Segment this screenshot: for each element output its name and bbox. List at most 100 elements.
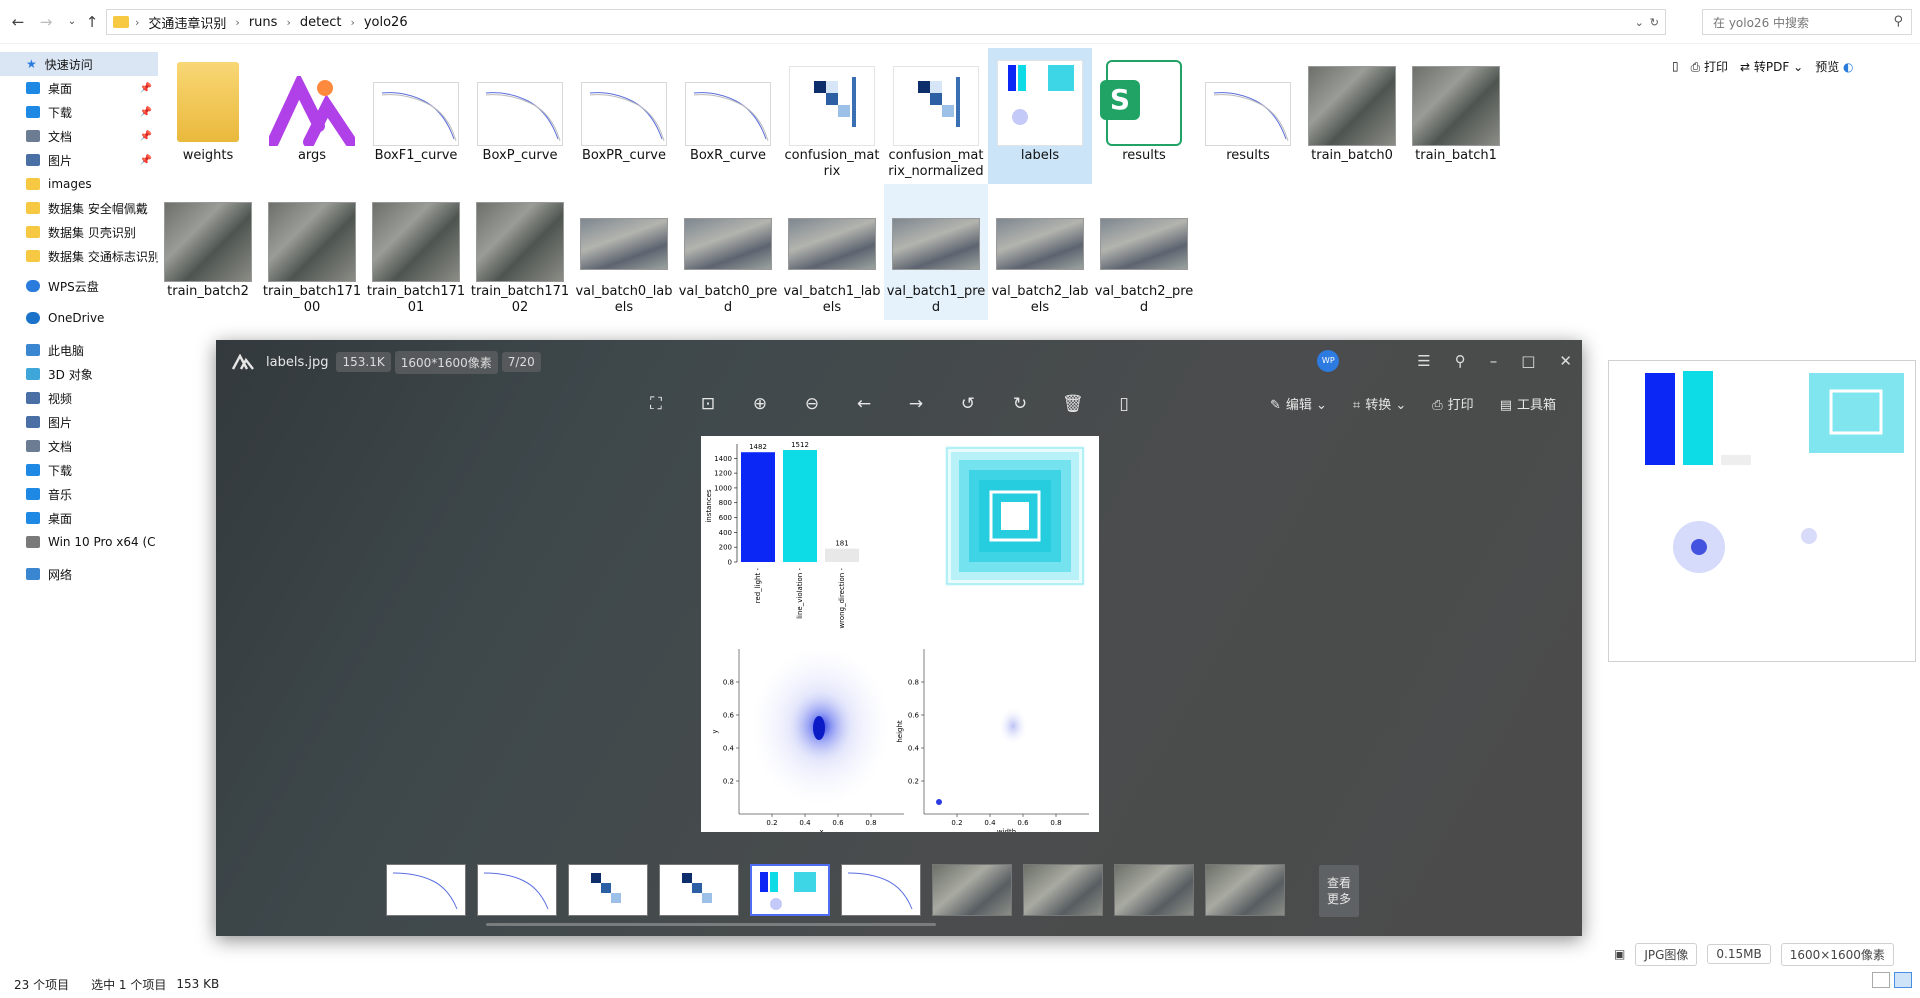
file-tile[interactable]: BoxR_curve: [676, 48, 780, 184]
current-thumbnail[interactable]: [750, 864, 830, 916]
breadcrumb-item[interactable]: 交通违章识别: [148, 13, 226, 32]
nav-item[interactable]: 桌面 📌: [0, 76, 158, 100]
panel-toggle-icon[interactable]: ▯: [1672, 59, 1679, 73]
breadcrumb-item[interactable]: yolo26: [364, 15, 408, 30]
nav-item[interactable]: 桌面: [0, 506, 158, 530]
file-tile[interactable]: val_batch1_labels: [780, 184, 884, 320]
up-arrow-icon[interactable]: ↑: [82, 12, 102, 32]
wh-x-tick-label: 0.4: [984, 819, 996, 827]
nav-item[interactable]: 视频: [0, 386, 158, 410]
file-tile[interactable]: val_batch0_labels: [572, 184, 676, 320]
zoom-out-icon[interactable]: ⊖: [802, 394, 822, 414]
minimize-icon[interactable]: –: [1490, 352, 1498, 370]
file-tile[interactable]: val_batch0_pred: [676, 184, 780, 320]
file-tile[interactable]: train_batch17100: [260, 184, 364, 320]
fullscreen-icon[interactable]: ⛶: [646, 394, 666, 414]
nav-item[interactable]: 下载: [0, 458, 158, 482]
thumbnail[interactable]: [477, 864, 557, 916]
nav-item[interactable]: 图片 📌: [0, 148, 158, 172]
address-bar[interactable]: › 交通违章识别 › runs › detect › yolo26 ⌄ ↻: [106, 9, 1666, 35]
thumbnail[interactable]: [1205, 864, 1285, 916]
thumbnail[interactable]: [1023, 864, 1103, 916]
print-button[interactable]: ⎙ 打印: [1691, 58, 1728, 75]
file-tile[interactable]: train_batch0: [1300, 48, 1404, 184]
forward-arrow-icon[interactable]: →: [36, 12, 56, 32]
bar: [741, 452, 775, 562]
zoom-in-icon[interactable]: ⊕: [750, 394, 770, 414]
nav-label: 下载: [48, 105, 73, 120]
file-tile[interactable]: weights: [156, 48, 260, 184]
thumbnail-scrollbar[interactable]: [486, 923, 936, 926]
print-button[interactable]: ⎙ 打印: [1432, 394, 1473, 413]
file-tile[interactable]: val_batch2_pred: [1092, 184, 1196, 320]
image-viewer-window: labels.jpg 153.1K 1600*1600像素 7/20 WP ☰ …: [216, 340, 1582, 936]
search-input[interactable]: 在 yolo26 中搜索 ⚲: [1702, 9, 1912, 35]
thumbnail[interactable]: [1114, 864, 1194, 916]
nav-item[interactable]: 数据集 交通标志识别: [0, 244, 158, 268]
breadcrumb-item[interactable]: detect: [300, 15, 342, 30]
slideshow-icon[interactable]: ▯: [1114, 394, 1134, 414]
view-more-button[interactable]: 查看更多: [1319, 865, 1359, 917]
file-tile[interactable]: Sresults: [1092, 48, 1196, 184]
file-tile[interactable]: val_batch1_pred: [884, 184, 988, 320]
file-tile[interactable]: train_batch17101: [364, 184, 468, 320]
file-tile[interactable]: confusion_matrix_normalized: [884, 48, 988, 184]
thumbnail[interactable]: [659, 864, 739, 916]
next-arrow-icon[interactable]: →: [906, 394, 926, 414]
large-icons-view-icon[interactable]: [1894, 972, 1912, 988]
edit-button[interactable]: ✎ 编辑 ⌄: [1270, 394, 1327, 413]
dropdown-chevron-icon[interactable]: ⌄: [1635, 16, 1644, 29]
thumbnail[interactable]: [386, 864, 466, 916]
close-icon[interactable]: ✕: [1559, 352, 1572, 370]
thumbnail[interactable]: [841, 864, 921, 916]
nav-item[interactable]: 文档 📌: [0, 124, 158, 148]
file-tile[interactable]: BoxPR_curve: [572, 48, 676, 184]
file-tile[interactable]: train_batch17102: [468, 184, 572, 320]
viewer-dims: 1600*1600像素: [394, 350, 498, 374]
actual-size-icon[interactable]: ⊡: [698, 394, 718, 414]
nav-item[interactable]: 数据集 安全帽佩戴: [0, 196, 158, 220]
rotate-right-icon[interactable]: ↻: [1010, 394, 1030, 414]
thumbnail[interactable]: [932, 864, 1012, 916]
rotate-left-icon[interactable]: ↺: [958, 394, 978, 414]
photo-thumbnail: [684, 218, 772, 270]
file-tile[interactable]: BoxP_curve: [468, 48, 572, 184]
breadcrumb-item[interactable]: runs: [249, 15, 278, 30]
file-tile[interactable]: results: [1196, 48, 1300, 184]
maximize-icon[interactable]: □: [1521, 352, 1535, 370]
thumbnail[interactable]: [568, 864, 648, 916]
pin-icon[interactable]: ⚲: [1455, 352, 1466, 370]
nav-item[interactable]: 文档: [0, 434, 158, 458]
nav-item[interactable]: 3D 对象: [0, 362, 158, 386]
menu-icon[interactable]: ☰: [1417, 352, 1430, 370]
nav-item[interactable]: images: [0, 172, 158, 196]
refresh-icon[interactable]: ↻: [1650, 16, 1659, 29]
file-tile[interactable]: val_batch2_labels: [988, 184, 1092, 320]
toolbox-button[interactable]: ▤ 工具箱: [1500, 394, 1556, 413]
file-tile[interactable]: BoxF1_curve: [364, 48, 468, 184]
convert-button[interactable]: ⌗ 转换 ⌄: [1353, 394, 1406, 413]
file-tile[interactable]: args: [260, 48, 364, 184]
file-tile[interactable]: train_batch1: [1404, 48, 1508, 184]
nav-item[interactable]: 下载 📌: [0, 100, 158, 124]
previous-arrow-icon[interactable]: ←: [854, 394, 874, 414]
file-tile[interactable]: confusion_matrix: [780, 48, 884, 184]
nav-item[interactable]: Win 10 Pro x64 (C: [0, 530, 158, 554]
nav-wps-cloud[interactable]: WPS云盘: [0, 274, 158, 298]
nav-item[interactable]: 音乐: [0, 482, 158, 506]
nav-network[interactable]: 网络: [0, 562, 158, 586]
delete-icon[interactable]: 🗑: [1062, 394, 1084, 414]
nav-item[interactable]: 数据集 贝壳识别: [0, 220, 158, 244]
nav-quick-access[interactable]: ★ 快速访问: [0, 52, 158, 76]
avatar[interactable]: WP: [1317, 350, 1340, 372]
nav-this-pc[interactable]: 此电脑: [0, 338, 158, 362]
nav-item[interactable]: 图片: [0, 410, 158, 434]
preview-button[interactable]: 预览 ◐: [1815, 58, 1853, 75]
file-tile[interactable]: train_batch2: [156, 184, 260, 320]
back-arrow-icon[interactable]: ←: [8, 12, 28, 32]
recent-chevron-icon[interactable]: ⌄: [62, 12, 82, 32]
details-view-icon[interactable]: [1872, 972, 1890, 988]
nav-onedrive[interactable]: OneDrive: [0, 306, 158, 330]
file-tile[interactable]: labels: [988, 48, 1092, 184]
to-pdf-button[interactable]: ⇄ 转PDF ⌄: [1740, 58, 1803, 75]
